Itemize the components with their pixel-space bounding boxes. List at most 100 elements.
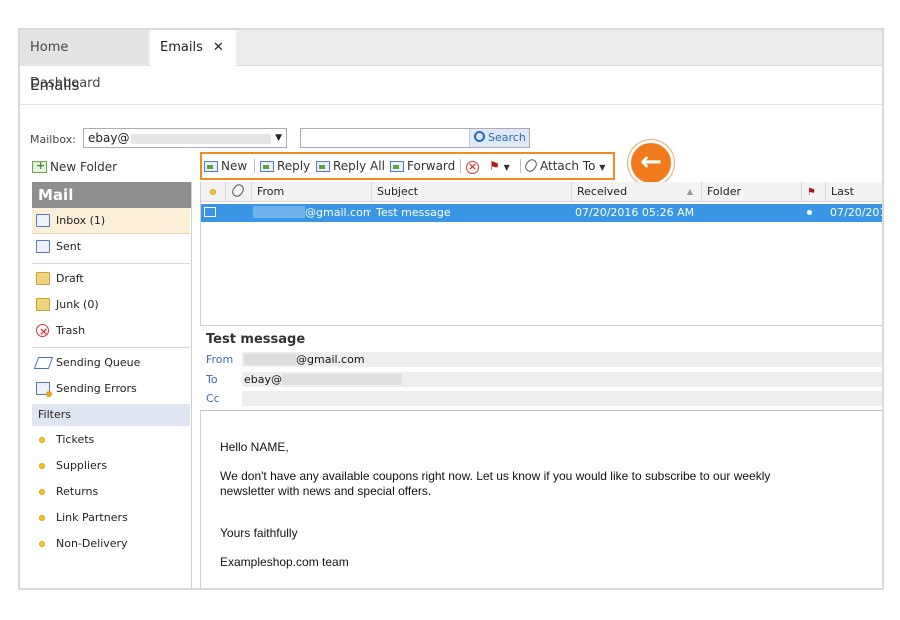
new-folder-label: New Folder — [50, 160, 118, 174]
mailbox-value: ebay@ — [88, 131, 130, 145]
search-button[interactable]: Search — [469, 129, 529, 147]
folder-icon — [36, 272, 50, 285]
chevron-down-icon: ▼ — [503, 163, 510, 172]
new-folder-button[interactable]: New Folder — [32, 159, 118, 174]
divider — [254, 159, 255, 173]
message-list: From Subject Received ▲ Folder ⚑ Last Vie… — [200, 182, 882, 326]
reply-button[interactable]: Reply — [260, 154, 310, 178]
filter-label: Non-Delivery — [56, 537, 128, 550]
filter-item-returns[interactable]: Returns — [32, 479, 190, 505]
forward-button[interactable]: Forward — [390, 154, 455, 178]
filter-item-link-partners[interactable]: Link Partners — [32, 505, 190, 531]
attach-to-button[interactable]: Attach To ▼ — [523, 154, 605, 178]
new-button[interactable]: New — [204, 154, 247, 178]
tab-home-dashboard[interactable]: Home Dashboard — [20, 30, 148, 91]
close-tab-icon[interactable]: ✕ — [213, 40, 224, 55]
reply-all-button[interactable]: Reply All — [316, 154, 385, 178]
unread-dot-icon — [210, 189, 216, 195]
app-window: Home Dashboard Emails ✕ Emails Mailbox: e… — [18, 28, 884, 590]
filter-label: Tickets — [56, 433, 95, 446]
redacted-text — [282, 374, 403, 385]
folder-icon — [36, 298, 50, 311]
table-row[interactable]: @gmail.com Test message 07/20/2016 05:26… — [201, 204, 882, 222]
divider — [460, 159, 461, 173]
sidebar-item-label: Draft — [56, 272, 84, 285]
filter-label: Returns — [56, 485, 99, 498]
row-received: 07/20/2016 05:26 AM — [575, 206, 695, 219]
filters-header[interactable]: Filters — [32, 404, 190, 426]
bullet-icon — [39, 515, 45, 521]
paperclip-icon — [230, 182, 246, 199]
bullet-icon — [39, 541, 45, 547]
from-label: From — [206, 353, 234, 366]
filter-item-suppliers[interactable]: Suppliers — [32, 453, 190, 479]
from-value: @gmail.com — [242, 352, 882, 367]
new-mail-icon — [204, 161, 218, 172]
search-input[interactable]: Search — [300, 128, 530, 148]
sidebar-item-sending-queue[interactable]: Sending Queue — [32, 350, 190, 376]
paperclip-icon — [523, 157, 539, 174]
sidebar-item-sent[interactable]: Sent — [32, 234, 190, 260]
mailbox-select[interactable]: ebay@ ▼ — [83, 128, 287, 148]
delete-icon: × — [466, 160, 479, 174]
flag-button[interactable]: ⚑ ▼ — [489, 154, 510, 178]
reply-all-label: Reply All — [333, 159, 385, 173]
row-subject: Test message — [376, 206, 451, 219]
redacted-text — [253, 206, 305, 218]
sidebar-item-inbox[interactable]: Inbox (1) — [32, 208, 190, 234]
row-folder — [706, 204, 801, 222]
sidebar-item-draft[interactable]: Draft — [32, 266, 190, 292]
from-address: @gmail.com — [296, 353, 365, 366]
to-address: ebay@ — [244, 373, 283, 386]
sidebar-item-label: Sending Errors — [56, 382, 137, 395]
sidebar-item-junk[interactable]: Junk (0) — [32, 292, 190, 318]
unread-bullet-icon — [807, 204, 825, 222]
tab-emails[interactable]: Emails ✕ — [150, 30, 236, 66]
redacted-text — [131, 133, 272, 144]
sidebar-item-trash[interactable]: Trash — [32, 318, 190, 345]
new-folder-icon — [32, 159, 47, 173]
message-body: Hello NAME, We don't have any available … — [200, 410, 882, 588]
flag-column-header[interactable]: ⚑ — [801, 182, 825, 202]
envelope-icon — [36, 240, 50, 253]
forward-label: Forward — [407, 159, 456, 173]
reply-label: Reply — [277, 159, 311, 173]
delete-button[interactable]: × — [466, 154, 479, 178]
filter-item-tickets[interactable]: Tickets — [32, 427, 190, 453]
row-from: @gmail.com — [253, 204, 371, 222]
reply-all-icon — [316, 161, 330, 172]
divider — [20, 104, 882, 105]
column-received-label: Received — [577, 185, 628, 198]
list-header: From Subject Received ▲ Folder ⚑ Last Vie… — [201, 182, 882, 218]
sidebar-item-label: Sending Queue — [56, 356, 141, 369]
flag-icon: ⚑ — [489, 159, 500, 173]
search-icon — [474, 131, 485, 142]
column-last-viewed[interactable]: Last Viewe — [825, 182, 882, 218]
row-from-text: @gmail.com — [305, 206, 371, 219]
attachment-column-header[interactable] — [225, 182, 251, 202]
sidebar-item-label: Inbox (1) — [56, 214, 106, 227]
preview-subject: Test message — [206, 332, 306, 347]
filter-label: Suppliers — [56, 459, 108, 472]
column-subject[interactable]: Subject — [371, 182, 571, 202]
filter-item-non-delivery[interactable]: Non-Delivery — [32, 531, 190, 557]
bullet-icon — [39, 489, 45, 495]
page-title: Emails — [30, 76, 80, 94]
body-line: Yours faithfully — [220, 526, 298, 540]
divider — [32, 347, 190, 348]
body-line: newsletter with news and special offers. — [220, 484, 432, 498]
column-received[interactable]: Received ▲ — [571, 182, 701, 202]
sidebar-header: Mail — [32, 182, 191, 208]
send-icon — [36, 356, 50, 369]
chevron-down-icon: ▼ — [275, 133, 282, 143]
cc-label: Cc — [206, 392, 220, 405]
forward-icon — [390, 161, 404, 172]
column-folder[interactable]: Folder — [701, 182, 801, 202]
attach-to-label: Attach To — [540, 159, 596, 173]
column-from[interactable]: From — [251, 182, 371, 202]
sort-ascending-icon: ▲ — [686, 187, 693, 196]
to-value: ebay@ — [242, 372, 882, 387]
unread-column-header[interactable] — [201, 182, 225, 202]
sidebar-item-sending-errors[interactable]: Sending Errors — [32, 376, 190, 402]
arrow-left-icon: ← — [628, 140, 674, 186]
